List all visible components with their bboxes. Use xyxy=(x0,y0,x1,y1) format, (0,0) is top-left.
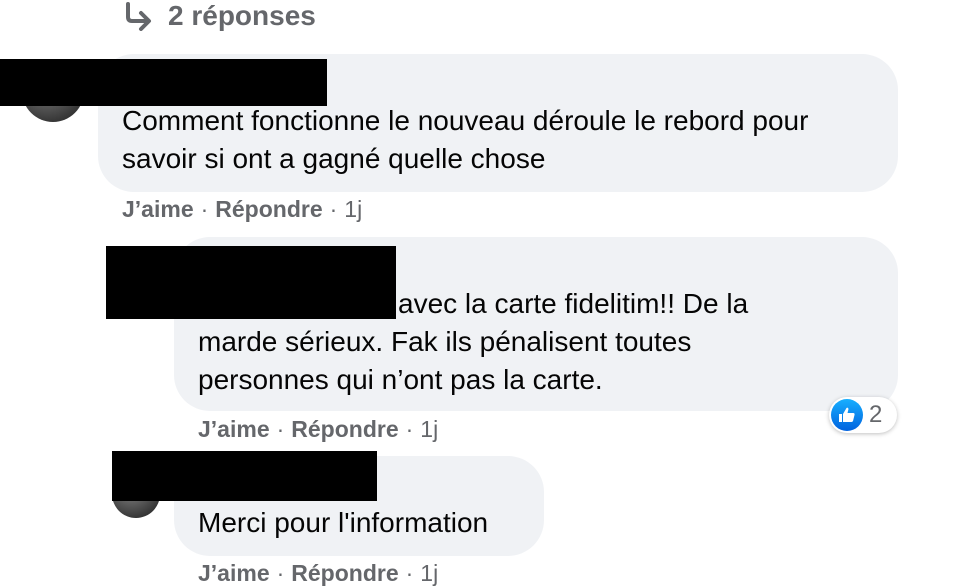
reply-button[interactable]: Répondre xyxy=(291,416,398,443)
redacted-author-name xyxy=(112,451,377,501)
reaction-summary[interactable]: 2 xyxy=(829,397,897,433)
timestamp[interactable]: 1j xyxy=(420,560,438,587)
comment-text-line: marde sérieux. Fak ils pénalisent toutes xyxy=(198,326,692,357)
redacted-author-name xyxy=(0,59,327,106)
like-button[interactable]: J’aime xyxy=(198,416,270,443)
like-icon xyxy=(831,399,863,431)
separator: · xyxy=(276,560,285,586)
redacted-author-name xyxy=(106,246,396,319)
comment-text: Comment fonctionne le nouveau déroule le… xyxy=(122,105,809,174)
timestamp[interactable]: 1j xyxy=(344,196,362,223)
like-button[interactable]: J’aime xyxy=(198,560,270,587)
comment-text: Merci pour l'information xyxy=(198,507,489,538)
comment-actions: J’aime · Répondre · 1j xyxy=(198,416,438,443)
reply-arrow-icon xyxy=(126,2,151,31)
view-replies-link[interactable]: 2 réponses xyxy=(122,0,316,36)
separator: · xyxy=(405,560,414,586)
separator: · xyxy=(276,416,285,442)
comment-actions: J’aime · Répondre · 1j xyxy=(122,196,362,223)
timestamp[interactable]: 1j xyxy=(420,416,438,443)
reply-button[interactable]: Répondre xyxy=(291,560,398,587)
like-button[interactable]: J’aime xyxy=(122,196,194,223)
replies-count-label: 2 réponses xyxy=(168,0,316,31)
reaction-count: 2 xyxy=(869,401,883,428)
comment-text-line: personnes qui n’ont pas la carte. xyxy=(198,364,603,395)
separator: · xyxy=(329,196,338,222)
separator: · xyxy=(200,196,209,222)
separator: · xyxy=(405,416,414,442)
comment-actions: J’aime · Répondre · 1j xyxy=(198,560,438,587)
reply-button[interactable]: Répondre xyxy=(215,196,322,223)
